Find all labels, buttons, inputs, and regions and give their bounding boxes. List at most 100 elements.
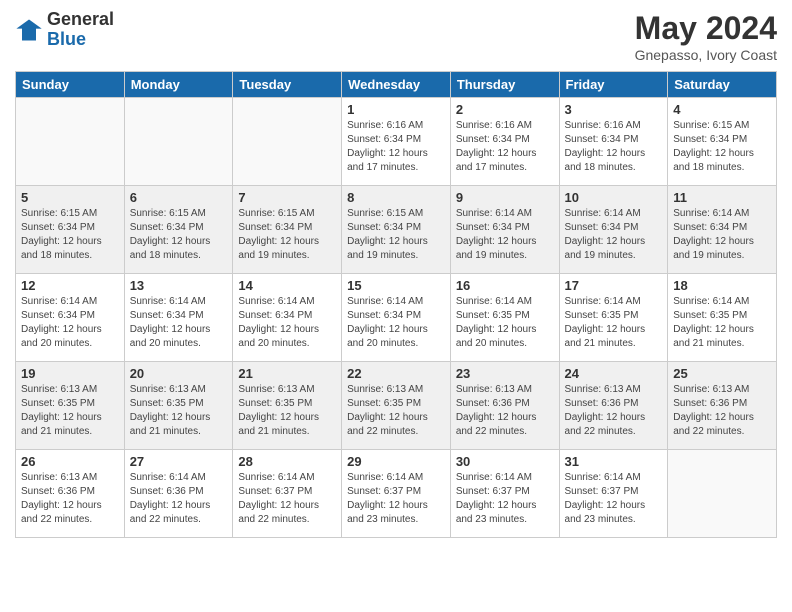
calendar-day-cell <box>124 98 233 186</box>
day-number: 11 <box>673 190 771 205</box>
page: General Blue May 2024 Gnepasso, Ivory Co… <box>0 0 792 612</box>
logo-blue: Blue <box>47 30 114 50</box>
day-info: Sunrise: 6:13 AM Sunset: 6:36 PM Dayligh… <box>456 383 554 439</box>
calendar-day-cell: 1Sunrise: 6:16 AM Sunset: 6:34 PM Daylig… <box>342 98 451 186</box>
day-number: 3 <box>565 102 663 117</box>
calendar-day-cell: 21 Sunrise: 6:13 AM Sunset: 6:35 PM Dayli… <box>233 362 342 450</box>
day-info: Sunrise: 6:14 AM Sunset: 6:34 PM Dayligh… <box>130 295 228 351</box>
title-area: May 2024 Gnepasso, Ivory Coast <box>635 10 777 63</box>
day-number: 23 <box>456 366 554 381</box>
day-info: Sunrise: 6:14 AM Sunset: 6:37 PM Dayligh… <box>347 471 445 527</box>
calendar-day-cell: 25 Sunrise: 6:13 AM Sunset: 6:36 PM Dayli… <box>668 362 777 450</box>
calendar-day-cell: 31 Sunrise: 6:14 AM Sunset: 6:37 PM Dayli… <box>559 450 668 538</box>
day-number: 9 <box>456 190 554 205</box>
calendar-day-cell: 7 Sunrise: 6:15 AM Sunset: 6:34 PM Daylig… <box>233 186 342 274</box>
calendar-day-cell: 18Sunrise: 6:14 AM Sunset: 6:35 PM Dayli… <box>668 274 777 362</box>
calendar-day-cell: 11 Sunrise: 6:14 AM Sunset: 6:34 PM Dayli… <box>668 186 777 274</box>
day-number: 29 <box>347 454 445 469</box>
day-number: 13 <box>130 278 228 293</box>
day-info: Sunrise: 6:14 AM Sunset: 6:36 PM Dayligh… <box>130 471 228 527</box>
calendar-day-cell: 13 Sunrise: 6:14 AM Sunset: 6:34 PM Dayli… <box>124 274 233 362</box>
day-info: Sunrise: 6:14 AM Sunset: 6:35 PM Dayligh… <box>673 295 771 351</box>
calendar-day-cell: 4 Sunrise: 6:15 AM Sunset: 6:34 PM Daylig… <box>668 98 777 186</box>
logo: General Blue <box>15 10 114 50</box>
calendar-day-cell: 17Sunrise: 6:14 AM Sunset: 6:35 PM Dayli… <box>559 274 668 362</box>
day-info: Sunrise: 6:14 AM Sunset: 6:35 PM Dayligh… <box>565 295 663 351</box>
day-number: 26 <box>21 454 119 469</box>
day-info: Sunrise: 6:15 AM Sunset: 6:34 PM Dayligh… <box>130 207 228 263</box>
day-info: Sunrise: 6:13 AM Sunset: 6:35 PM Dayligh… <box>130 383 228 439</box>
day-info: Sunrise: 6:14 AM Sunset: 6:34 PM Dayligh… <box>21 295 119 351</box>
day-number: 30 <box>456 454 554 469</box>
calendar-week-row: 1 Sunrise: 6:16 AM Sunset: 6:34 PM Daylig… <box>16 98 777 186</box>
calendar-table: SundayMondayTuesdayWednesdayThursdayFrid… <box>15 71 777 538</box>
calendar-day-cell <box>233 98 342 186</box>
day-number: 25 <box>673 366 771 381</box>
calendar-day-cell: 26Sunrise: 6:13 AM Sunset: 6:36 PM Dayli… <box>16 450 125 538</box>
calendar-day-cell <box>16 98 125 186</box>
col-header-wednesday: Wednesday <box>342 72 451 98</box>
calendar-day-cell: 30 Sunrise: 6:14 AM Sunset: 6:37 PM Dayli… <box>450 450 559 538</box>
day-number: 4 <box>673 102 771 117</box>
calendar-day-cell: 20 Sunrise: 6:13 AM Sunset: 6:35 PM Dayli… <box>124 362 233 450</box>
main-title: May 2024 <box>635 10 777 47</box>
day-info: Sunrise: 6:16 AM Sunset: 6:34 PM Dayligh… <box>565 119 663 175</box>
calendar-day-cell: 14Sunrise: 6:14 AM Sunset: 6:34 PM Dayli… <box>233 274 342 362</box>
day-info: Sunrise: 6:15 AM Sunset: 6:34 PM Dayligh… <box>238 207 336 263</box>
day-number: 24 <box>565 366 663 381</box>
day-number: 31 <box>565 454 663 469</box>
day-number: 27 <box>130 454 228 469</box>
day-info: Sunrise: 6:14 AM Sunset: 6:34 PM Dayligh… <box>673 207 771 263</box>
day-number: 6 <box>130 190 228 205</box>
calendar-week-row: 5 Sunrise: 6:15 AM Sunset: 6:34 PM Daylig… <box>16 186 777 274</box>
calendar-day-cell: 19 Sunrise: 6:13 AM Sunset: 6:35 PM Dayli… <box>16 362 125 450</box>
calendar-day-cell: 8Sunrise: 6:15 AM Sunset: 6:34 PM Daylig… <box>342 186 451 274</box>
calendar-day-cell: 6 Sunrise: 6:15 AM Sunset: 6:34 PM Daylig… <box>124 186 233 274</box>
calendar-header-row: SundayMondayTuesdayWednesdayThursdayFrid… <box>16 72 777 98</box>
calendar-day-cell: 16Sunrise: 6:14 AM Sunset: 6:35 PM Dayli… <box>450 274 559 362</box>
day-number: 21 <box>238 366 336 381</box>
col-header-monday: Monday <box>124 72 233 98</box>
day-info: Sunrise: 6:15 AM Sunset: 6:34 PM Dayligh… <box>673 119 771 175</box>
calendar-day-cell: 10 Sunrise: 6:14 AM Sunset: 6:34 PM Dayli… <box>559 186 668 274</box>
day-info: Sunrise: 6:15 AM Sunset: 6:34 PM Dayligh… <box>21 207 119 263</box>
calendar-day-cell: 5 Sunrise: 6:15 AM Sunset: 6:34 PM Daylig… <box>16 186 125 274</box>
calendar-day-cell: 24Sunrise: 6:13 AM Sunset: 6:36 PM Dayli… <box>559 362 668 450</box>
day-info: Sunrise: 6:13 AM Sunset: 6:35 PM Dayligh… <box>238 383 336 439</box>
calendar-day-cell: 2 Sunrise: 6:16 AM Sunset: 6:34 PM Daylig… <box>450 98 559 186</box>
logo-general: General <box>47 10 114 30</box>
calendar-day-cell: 29 Sunrise: 6:14 AM Sunset: 6:37 PM Dayli… <box>342 450 451 538</box>
day-info: Sunrise: 6:13 AM Sunset: 6:35 PM Dayligh… <box>21 383 119 439</box>
day-info: Sunrise: 6:13 AM Sunset: 6:36 PM Dayligh… <box>673 383 771 439</box>
day-number: 22 <box>347 366 445 381</box>
subtitle: Gnepasso, Ivory Coast <box>635 47 777 63</box>
day-info: Sunrise: 6:14 AM Sunset: 6:37 PM Dayligh… <box>565 471 663 527</box>
day-number: 19 <box>21 366 119 381</box>
calendar-day-cell: 12 Sunrise: 6:14 AM Sunset: 6:34 PM Dayli… <box>16 274 125 362</box>
day-number: 10 <box>565 190 663 205</box>
calendar-day-cell: 3 Sunrise: 6:16 AM Sunset: 6:34 PM Daylig… <box>559 98 668 186</box>
col-header-friday: Friday <box>559 72 668 98</box>
day-info: Sunrise: 6:14 AM Sunset: 6:37 PM Dayligh… <box>456 471 554 527</box>
col-header-thursday: Thursday <box>450 72 559 98</box>
day-number: 5 <box>21 190 119 205</box>
day-number: 7 <box>238 190 336 205</box>
calendar-week-row: 19 Sunrise: 6:13 AM Sunset: 6:35 PM Dayli… <box>16 362 777 450</box>
calendar-day-cell: 9Sunrise: 6:14 AM Sunset: 6:34 PM Daylig… <box>450 186 559 274</box>
day-number: 2 <box>456 102 554 117</box>
day-info: Sunrise: 6:14 AM Sunset: 6:34 PM Dayligh… <box>565 207 663 263</box>
calendar-week-row: 26Sunrise: 6:13 AM Sunset: 6:36 PM Dayli… <box>16 450 777 538</box>
day-number: 1 <box>347 102 445 117</box>
col-header-sunday: Sunday <box>16 72 125 98</box>
day-info: Sunrise: 6:14 AM Sunset: 6:34 PM Dayligh… <box>347 295 445 351</box>
calendar-day-cell <box>668 450 777 538</box>
day-info: Sunrise: 6:14 AM Sunset: 6:35 PM Dayligh… <box>456 295 554 351</box>
day-number: 12 <box>21 278 119 293</box>
day-info: Sunrise: 6:16 AM Sunset: 6:34 PM Dayligh… <box>456 119 554 175</box>
col-header-tuesday: Tuesday <box>233 72 342 98</box>
logo-text: General Blue <box>47 10 114 50</box>
day-number: 20 <box>130 366 228 381</box>
calendar-day-cell: 28Sunrise: 6:14 AM Sunset: 6:37 PM Dayli… <box>233 450 342 538</box>
day-number: 8 <box>347 190 445 205</box>
logo-icon <box>15 16 43 44</box>
